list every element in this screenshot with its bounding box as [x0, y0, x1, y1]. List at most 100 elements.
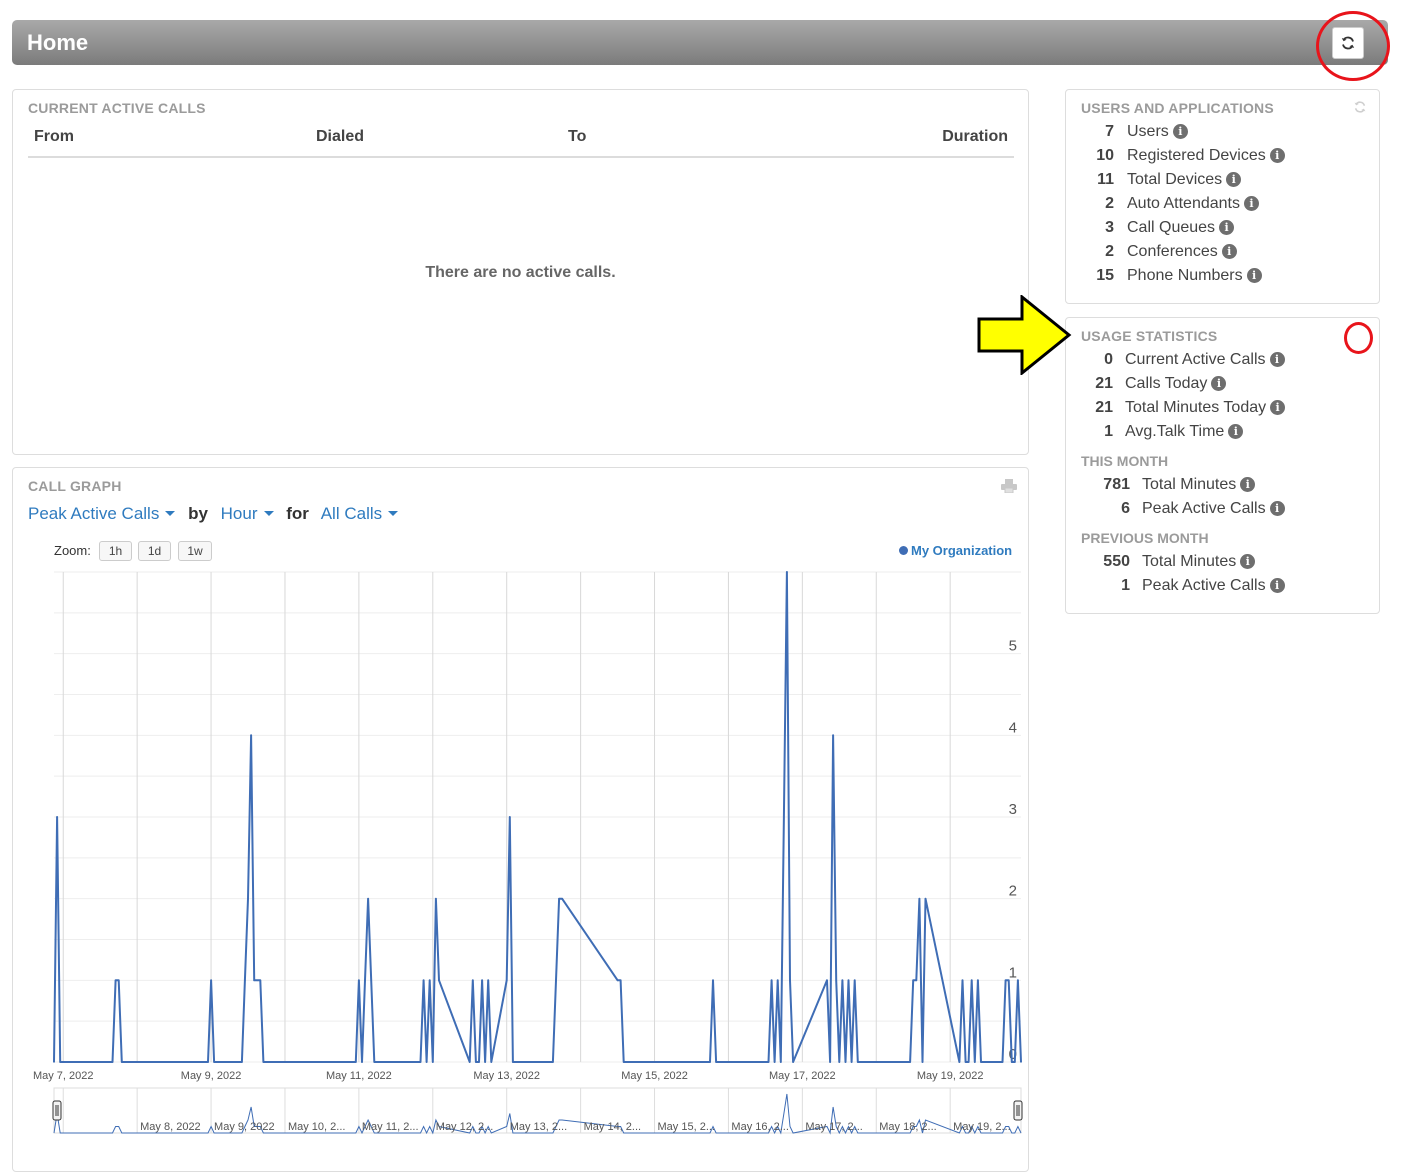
interval-dropdown[interactable]: Hour	[221, 504, 274, 523]
page-title: Home	[27, 30, 89, 55]
info-icon[interactable]: i	[1269, 352, 1285, 367]
navigator-handle[interactable]	[1013, 1100, 1023, 1121]
stat-row: 2 Conferences i	[1066, 243, 1366, 265]
navigator-label: May 15, 2...	[658, 1121, 715, 1133]
info-icon[interactable]: i	[1211, 376, 1227, 391]
data-point	[924, 897, 927, 900]
info-icon[interactable]: i	[1246, 268, 1262, 283]
navigator-label: May 11, 2...	[362, 1121, 419, 1133]
stat-count: 7	[1105, 123, 1114, 140]
stat-label: Registered Devices i	[1127, 147, 1285, 165]
info-icon[interactable]: i	[1221, 244, 1237, 259]
usage-stats-title: USAGE STATISTICS	[1081, 328, 1218, 344]
data-point	[111, 1061, 114, 1063]
data-point	[213, 1061, 215, 1063]
caret-down-icon	[263, 511, 274, 516]
column-from[interactable]: From	[34, 128, 74, 146]
chart-legend[interactable]: My Organization	[899, 543, 1012, 558]
graph-controls: Peak Active Calls by Hour for All Calls	[28, 504, 399, 524]
data-point	[114, 979, 117, 982]
users-apps-panel: USERS AND APPLICATIONS 7 Users i 10 Register…	[1065, 89, 1380, 304]
metric-dropdown-label: Peak Active Calls	[28, 504, 160, 523]
data-point	[555, 979, 557, 982]
filter-dropdown-label: All Calls	[320, 504, 383, 523]
info-icon[interactable]: i	[1269, 578, 1285, 593]
call-graph-title: CALL GRAPH	[28, 478, 122, 494]
data-point	[847, 979, 850, 982]
stat-label-text: Call Queues	[1127, 219, 1216, 236]
navigator-label: May 13, 2...	[510, 1121, 567, 1133]
x-tick-label: May 13, 2022	[473, 1070, 540, 1082]
data-point	[921, 1061, 924, 1063]
data-point	[370, 979, 373, 982]
column-dialed[interactable]: Dialed	[316, 128, 364, 146]
stat-count: 2	[1105, 195, 1114, 212]
info-icon[interactable]: i	[1226, 172, 1242, 187]
data-point	[422, 979, 425, 982]
zoom-1w-button[interactable]: 1w	[178, 541, 212, 561]
usage-stats-panel: USAGE STATISTICS 0 Current Active Calls i 2…	[1065, 317, 1380, 614]
info-icon[interactable]: i	[1240, 477, 1256, 492]
stat-row: 21 Calls Today i	[1066, 375, 1366, 397]
stat-label-text: Avg.Talk Time	[1125, 423, 1225, 440]
yellow-arrow-annotation	[977, 295, 1072, 375]
column-duration[interactable]: Duration	[942, 128, 1008, 146]
info-icon[interactable]: i	[1270, 400, 1286, 415]
stat-count: 21	[1095, 399, 1113, 416]
stat-count: 6	[1121, 500, 1130, 517]
metric-dropdown[interactable]: Peak Active Calls	[28, 504, 176, 523]
stat-label-text: Current Active Calls	[1125, 351, 1266, 368]
stat-count: 0	[1104, 351, 1113, 368]
data-point	[62, 1061, 65, 1063]
stat-row: 6 Peak Active Calls i	[1066, 500, 1366, 522]
data-point	[244, 979, 246, 982]
navigator-label: May 19, 2...	[953, 1121, 1010, 1133]
data-point	[770, 979, 773, 982]
info-icon[interactable]: i	[1219, 220, 1235, 235]
zoom-1d-button[interactable]: 1d	[138, 541, 171, 561]
for-label: for	[286, 504, 309, 523]
stat-label-text: Auto Attendants	[1127, 195, 1240, 212]
data-point	[712, 979, 714, 982]
page-header: Home	[12, 20, 1388, 65]
column-to[interactable]: To	[568, 128, 586, 146]
y-tick-label: 3	[1009, 801, 1017, 818]
info-icon[interactable]: i	[1269, 148, 1285, 163]
data-point	[856, 1061, 859, 1063]
filter-dropdown[interactable]: All Calls	[320, 504, 399, 523]
refresh-icon[interactable]	[1353, 100, 1367, 114]
data-point	[838, 1061, 841, 1063]
stat-row: 2 Auto Attendants i	[1066, 195, 1366, 217]
stat-count: 550	[1103, 553, 1130, 570]
data-point	[478, 1061, 480, 1063]
info-icon[interactable]: i	[1243, 196, 1259, 211]
data-point	[508, 816, 511, 818]
info-icon[interactable]: i	[1172, 124, 1188, 139]
data-point	[56, 816, 58, 818]
navigator-label: May 18, 2...	[879, 1121, 936, 1133]
stat-label: Phone Numbers i	[1127, 267, 1262, 285]
data-point	[829, 1061, 831, 1063]
navigator-handle[interactable]	[52, 1100, 62, 1121]
data-point	[361, 1061, 363, 1063]
active-calls-panel: CURRENT ACTIVE CALLS From Dialed To Dura…	[12, 89, 1029, 455]
info-icon[interactable]: i	[1269, 501, 1285, 516]
call-graph-chart[interactable]: 012345May 7, 2022 May 9, 2022 May 11, 2022…	[25, 560, 1025, 1160]
navigator-label: May 8, 2022	[140, 1121, 201, 1133]
data-point	[241, 1061, 243, 1063]
stat-label-text: Conferences	[1127, 243, 1218, 260]
zoom-1h-button[interactable]: 1h	[99, 541, 132, 561]
info-icon[interactable]: i	[1240, 554, 1256, 569]
data-point	[53, 1061, 55, 1063]
print-icon[interactable]	[1001, 479, 1017, 493]
data-point	[1017, 979, 1019, 982]
data-point	[117, 979, 120, 982]
navigator-label: May 12, 2...	[436, 1121, 493, 1133]
stat-label-text: Total Devices	[1127, 171, 1223, 188]
info-icon[interactable]: i	[1228, 424, 1244, 439]
data-point	[853, 979, 856, 982]
data-point	[367, 897, 369, 900]
stat-count: 1	[1104, 423, 1113, 440]
data-point	[475, 1061, 477, 1063]
data-point	[1007, 979, 1010, 982]
